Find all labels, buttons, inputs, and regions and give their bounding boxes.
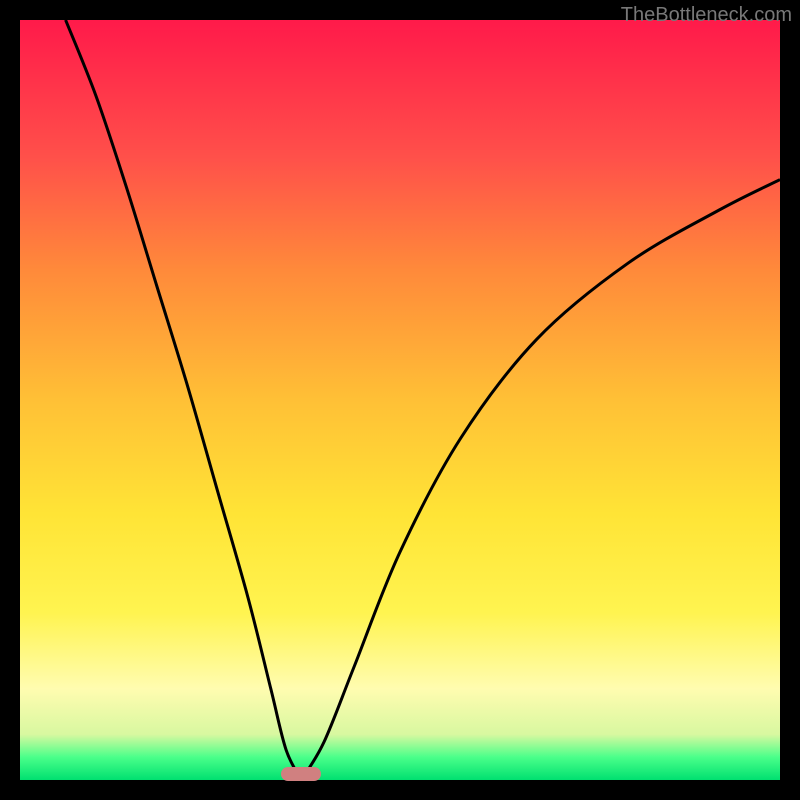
plot-area <box>20 20 780 780</box>
chart-container: TheBottleneck.com <box>0 0 800 800</box>
optimum-marker <box>281 767 321 781</box>
watermark-text: TheBottleneck.com <box>621 4 792 27</box>
bottleneck-curve <box>20 20 780 780</box>
